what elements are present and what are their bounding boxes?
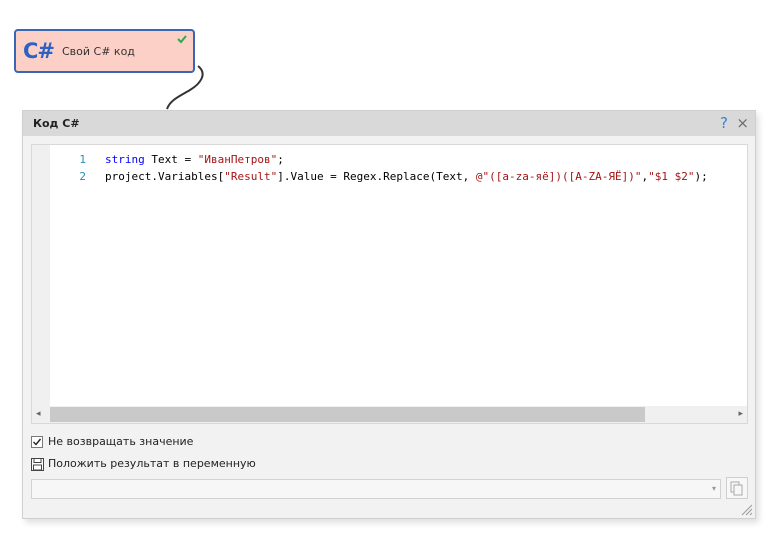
code-token: ].Value = Regex.Replace(Text, bbox=[277, 170, 476, 183]
no-return-option[interactable]: Не возвращать значение bbox=[31, 435, 331, 451]
save-icon bbox=[31, 458, 44, 471]
no-return-label: Не возвращать значение bbox=[48, 435, 194, 448]
horizontal-scrollbar[interactable]: ◂ ▸ bbox=[32, 406, 747, 423]
copy-icon bbox=[730, 481, 743, 496]
checkmark-icon bbox=[33, 438, 42, 446]
save-result-label: Положить результат в переменную bbox=[48, 457, 256, 470]
code-token: "$1 $2" bbox=[648, 170, 695, 183]
code-token: ); bbox=[694, 170, 708, 183]
help-button[interactable]: ? bbox=[720, 114, 728, 132]
code-token: ; bbox=[277, 153, 284, 166]
code-token: project.Variables[ bbox=[105, 170, 225, 183]
code-token: Text = bbox=[144, 153, 198, 166]
scroll-left-icon[interactable]: ◂ bbox=[36, 409, 41, 419]
code-token: "ИванПетров" bbox=[197, 153, 278, 166]
line-number: 2 bbox=[79, 170, 86, 183]
csharp-icon: C# bbox=[23, 39, 55, 63]
page: C# Свой C# код Код C# ? × 1 string Text =… bbox=[0, 0, 771, 546]
code-token: string bbox=[105, 153, 145, 166]
line-number: 1 bbox=[79, 153, 86, 166]
code-dialog: Код C# ? × 1 string Text = "ИванПетров"; 2… bbox=[22, 110, 756, 519]
no-return-checkbox[interactable] bbox=[31, 436, 43, 448]
close-button[interactable]: × bbox=[736, 114, 749, 132]
scrollbar-thumb[interactable] bbox=[50, 407, 645, 422]
dialog-title: Код C# bbox=[33, 117, 80, 130]
scroll-right-icon[interactable]: ▸ bbox=[738, 409, 743, 419]
node-title: Свой C# код bbox=[62, 45, 135, 58]
code-token: "Result" bbox=[224, 170, 278, 183]
copy-button[interactable] bbox=[726, 477, 748, 499]
save-result-option: Положить результат в переменную bbox=[31, 457, 331, 473]
dialog-header: Код C# ? × bbox=[23, 111, 755, 136]
code-text: project.Variables["Result"].Value = Rege… bbox=[105, 168, 708, 185]
code-editor[interactable]: 1 string Text = "ИванПетров"; 2 project.Var… bbox=[31, 144, 748, 424]
code-token: @"([a-za-яё])([A-ZA-ЯЁ])" bbox=[475, 170, 642, 183]
check-icon bbox=[177, 35, 187, 44]
connector-line bbox=[166, 65, 204, 110]
resize-grip-icon[interactable] bbox=[741, 504, 753, 516]
variable-select[interactable]: ▾ bbox=[31, 479, 721, 499]
chevron-down-icon[interactable]: ▾ bbox=[712, 484, 716, 493]
code-text: string Text = "ИванПетров"; bbox=[105, 151, 284, 168]
editor-gutter bbox=[32, 145, 50, 406]
